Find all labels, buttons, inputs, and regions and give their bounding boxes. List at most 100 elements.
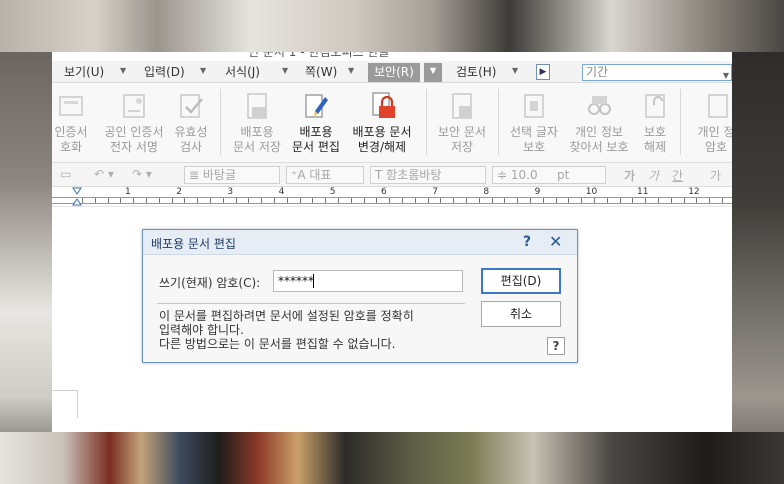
ruler-tick: [606, 198, 608, 203]
ruler-tick: [133, 198, 135, 203]
ribbon-label: 개인 정 암호: [697, 125, 732, 154]
ruler-label: 1: [125, 187, 131, 197]
background-top: [0, 0, 784, 52]
underline-button[interactable]: 간: [672, 167, 683, 184]
ruler-tick: [568, 198, 570, 203]
menu-bar: 보기(U) ▼ 입력(D) ▼ 서식(J) ▼ 쪽(W) ▼ 보안(R) ▼ ▼…: [52, 61, 732, 83]
menu-format[interactable]: 서식(J): [225, 64, 260, 81]
title-bar: 빈 문서 1 - 한컴오피스 한글: [52, 52, 732, 61]
cancel-button[interactable]: 취소: [481, 301, 561, 327]
digital-signature-icon: [123, 94, 145, 118]
ruler-tick: [709, 198, 711, 203]
ruler-tick: [696, 198, 698, 203]
ribbon-edit-distribution[interactable]: 배포용 문서 편집: [288, 83, 344, 163]
bold-button[interactable]: 가: [624, 167, 635, 184]
expand-arrow-icon[interactable]: ▶: [536, 64, 550, 80]
italic-button[interactable]: 가: [648, 167, 659, 184]
ribbon-private-password[interactable]: 개인 정 암호: [686, 83, 732, 163]
background-bottom: [0, 432, 784, 484]
para-style-icon: ≣: [189, 168, 200, 182]
save-distribution-icon: [247, 93, 267, 119]
ribbon-cert-encrypt[interactable]: 인증서 호화: [52, 83, 96, 163]
dialog-title: 배포용 문서 편집: [151, 237, 236, 251]
ruler-tick: [261, 198, 263, 203]
ruler-tick: [683, 198, 685, 203]
chevron-down-icon: ▼: [722, 71, 729, 80]
ribbon-lock-distribution[interactable]: 배포용 문서 변경/해제: [344, 83, 420, 163]
description-line: 이 문서를 편집하려면 문서에 설정된 암호를 정확히: [159, 309, 414, 323]
validity-check-icon: [180, 94, 203, 118]
ruler-tick: [350, 198, 352, 203]
unprotect-icon: [645, 94, 665, 118]
chevron-down-icon[interactable]: ▼: [348, 66, 354, 75]
redo-icon[interactable]: ↷ ▾: [132, 167, 152, 181]
font-select[interactable]: T 함초롬바탕: [370, 166, 486, 184]
font-size-unit: pt: [557, 168, 570, 182]
ruler-tick: [363, 198, 365, 203]
ruler-label: 6: [381, 187, 387, 197]
ruler-label: 9: [534, 187, 541, 197]
ruler-tick: [478, 198, 480, 203]
undo-icon[interactable]: ↶ ▾: [94, 167, 114, 181]
ruler-tick: [171, 198, 173, 203]
ribbon-label: 배포용 문서 편집: [292, 125, 340, 154]
description-line: 입력해야 합니다.: [159, 323, 244, 337]
ruler-tick: [619, 198, 621, 203]
ruler-label: 8: [483, 187, 490, 197]
ribbon-separator: [426, 89, 427, 155]
ruler-tick: [338, 198, 339, 203]
chevron-down-icon[interactable]: ▼: [282, 66, 288, 75]
background-right: [732, 52, 784, 484]
description-line: 다른 방법으로는 이 문서를 편집할 수 없습니다.: [159, 337, 396, 351]
ribbon-label: 보호 해제: [643, 125, 667, 154]
chevron-down-icon[interactable]: ▼: [512, 66, 518, 75]
ribbon-validity-check[interactable]: 유효성 검사: [168, 83, 214, 163]
ribbon-save-distribution[interactable]: 배포용 문서 저장: [226, 83, 288, 163]
ruler-tick: [581, 198, 583, 203]
indent-marker-icon[interactable]: [72, 187, 82, 207]
ribbon-label: 개인 정보 찾아서 보호: [569, 125, 629, 154]
menu-review[interactable]: 검토(H): [456, 64, 496, 81]
protect-text-icon: [524, 94, 544, 118]
ribbon-label: 배포용 문서 저장: [233, 125, 281, 154]
language-select[interactable]: ⁺A 대표: [286, 166, 364, 184]
ribbon-protect-text[interactable]: 선택 글자 보호: [504, 83, 564, 163]
page-icon[interactable]: ▭: [60, 167, 71, 181]
edit-button[interactable]: 편집(D): [481, 268, 561, 294]
ruler-tick: [594, 198, 595, 203]
menu-page[interactable]: 쪽(W): [305, 64, 337, 81]
ruler-tick: [389, 198, 391, 203]
ruler-tick: [427, 198, 429, 203]
password-field[interactable]: ******: [273, 270, 463, 292]
ruler-tick: [414, 198, 416, 203]
lock-distribution-icon: [372, 92, 395, 118]
menu-view[interactable]: 보기(U): [64, 64, 104, 81]
language-value: 대표: [309, 168, 332, 182]
dialog-description: 이 문서를 편집하려면 문서에 설정된 암호를 정확히 입력해야 합니다. 다른…: [159, 309, 459, 351]
font-color-button[interactable]: 가: [710, 167, 721, 184]
ruler-tick: [158, 198, 160, 203]
ribbon-unprotect[interactable]: 보호 해제: [634, 83, 676, 163]
ribbon-find-private[interactable]: 개인 정보 찾아서 보호: [564, 83, 634, 163]
ruler-tick: [658, 198, 659, 203]
menu-security[interactable]: 보안(R): [368, 63, 420, 82]
language-icon: ⁺A: [291, 168, 306, 182]
ruler-tick: [555, 198, 557, 203]
ribbon-secure-save[interactable]: 보안 문서 저장: [432, 83, 492, 163]
style-select[interactable]: 기간 ▼: [582, 64, 732, 81]
chevron-down-icon[interactable]: ▼: [120, 66, 126, 75]
ruler-tick: [517, 198, 519, 203]
ruler-tick: [210, 198, 211, 203]
close-icon[interactable]: ✕: [549, 232, 562, 251]
ruler-tick: [82, 198, 83, 203]
help-icon[interactable]: ?: [523, 234, 531, 250]
ruler-tick: [299, 198, 301, 203]
font-size-field[interactable]: ≑ 10.0 pt: [492, 166, 606, 184]
chevron-down-icon[interactable]: ▼: [200, 66, 206, 75]
menu-insert[interactable]: 입력(D): [144, 64, 185, 81]
para-style-select[interactable]: ≣ 바탕글: [184, 166, 280, 184]
chevron-down-icon[interactable]: ▼: [430, 66, 436, 75]
ribbon-digital-signature[interactable]: 공인 인증서 전자 서명: [98, 83, 170, 163]
ribbon-label: 보안 문서 저장: [438, 125, 486, 154]
help-icon[interactable]: ?: [547, 337, 565, 355]
